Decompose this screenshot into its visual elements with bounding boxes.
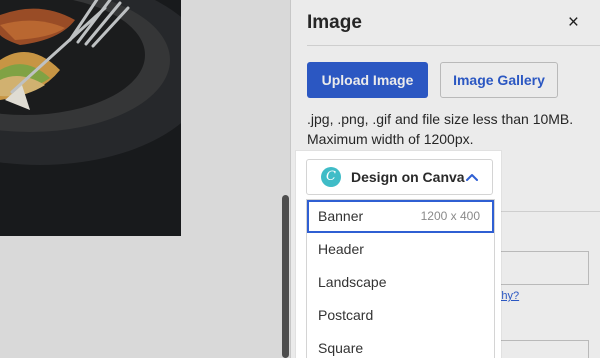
menu-item-label: Landscape bbox=[318, 274, 387, 290]
canva-dropdown: C Design on Canva Banner 1200 x 400 Head… bbox=[296, 151, 501, 358]
design-on-canva-button[interactable]: C Design on Canva bbox=[306, 159, 493, 195]
menu-item-header[interactable]: Header bbox=[307, 233, 494, 266]
menu-item-dimensions: 1200 x 400 bbox=[420, 209, 480, 223]
menu-item-label: Postcard bbox=[318, 307, 374, 323]
menu-item-postcard[interactable]: Postcard bbox=[307, 299, 494, 332]
canva-logo-icon: C bbox=[321, 167, 341, 187]
app-root: Image × Upload Image Image Gallery .jpg,… bbox=[0, 0, 600, 358]
menu-item-label: Square bbox=[318, 340, 364, 356]
canva-label: Design on Canva bbox=[351, 169, 465, 185]
canva-size-menu: Banner 1200 x 400 Header Landscape Postc… bbox=[306, 199, 495, 358]
menu-item-label: Banner bbox=[318, 208, 364, 224]
chevron-up-icon bbox=[466, 174, 478, 181]
menu-item-banner[interactable]: Banner 1200 x 400 bbox=[307, 200, 494, 233]
menu-item-label: Header bbox=[318, 241, 364, 257]
menu-item-square[interactable]: Square bbox=[307, 332, 494, 358]
menu-item-landscape[interactable]: Landscape bbox=[307, 266, 494, 299]
